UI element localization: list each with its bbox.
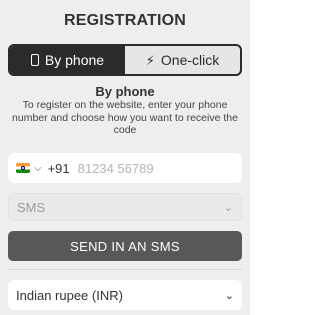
send-sms-button[interactable]: SEND IN AN SMS: [8, 231, 242, 261]
page-title: REGISTRATION: [63, 12, 187, 29]
phone-input[interactable]: [77, 160, 198, 176]
currency-value: Indian rupee (INR): [16, 287, 123, 303]
phone-field: ⌵ +91: [8, 153, 242, 183]
registration-description: To register on the website, enter your p…: [12, 99, 238, 136]
registration-method-tabs: By phone ⚡ One-click: [8, 44, 242, 76]
chevron-down-icon[interactable]: ⌵: [34, 163, 42, 174]
registration-panel: REGISTRATION By phone ⚡ One-click By pho…: [0, 0, 250, 315]
code-delivery-select[interactable]: SMS ⌄: [8, 193, 242, 221]
india-flag-icon[interactable]: [16, 163, 30, 173]
section-subtitle: By phone: [95, 84, 155, 99]
chevron-down-icon: ⌄: [224, 289, 234, 302]
tab-one-click[interactable]: ⚡ One-click: [125, 46, 240, 74]
tab-by-phone-label: By phone: [44, 52, 105, 68]
chevron-down-icon: ⌄: [223, 201, 233, 214]
tab-by-phone[interactable]: By phone: [10, 46, 125, 74]
currency-select[interactable]: Indian rupee (INR) ⌄: [8, 280, 242, 310]
divider: [8, 269, 242, 270]
code-delivery-value: SMS: [17, 199, 46, 215]
country-code: +91: [47, 160, 70, 176]
phone-icon: [30, 54, 39, 66]
tab-one-click-label: One-click: [160, 52, 220, 68]
lightning-icon: ⚡: [145, 52, 155, 68]
